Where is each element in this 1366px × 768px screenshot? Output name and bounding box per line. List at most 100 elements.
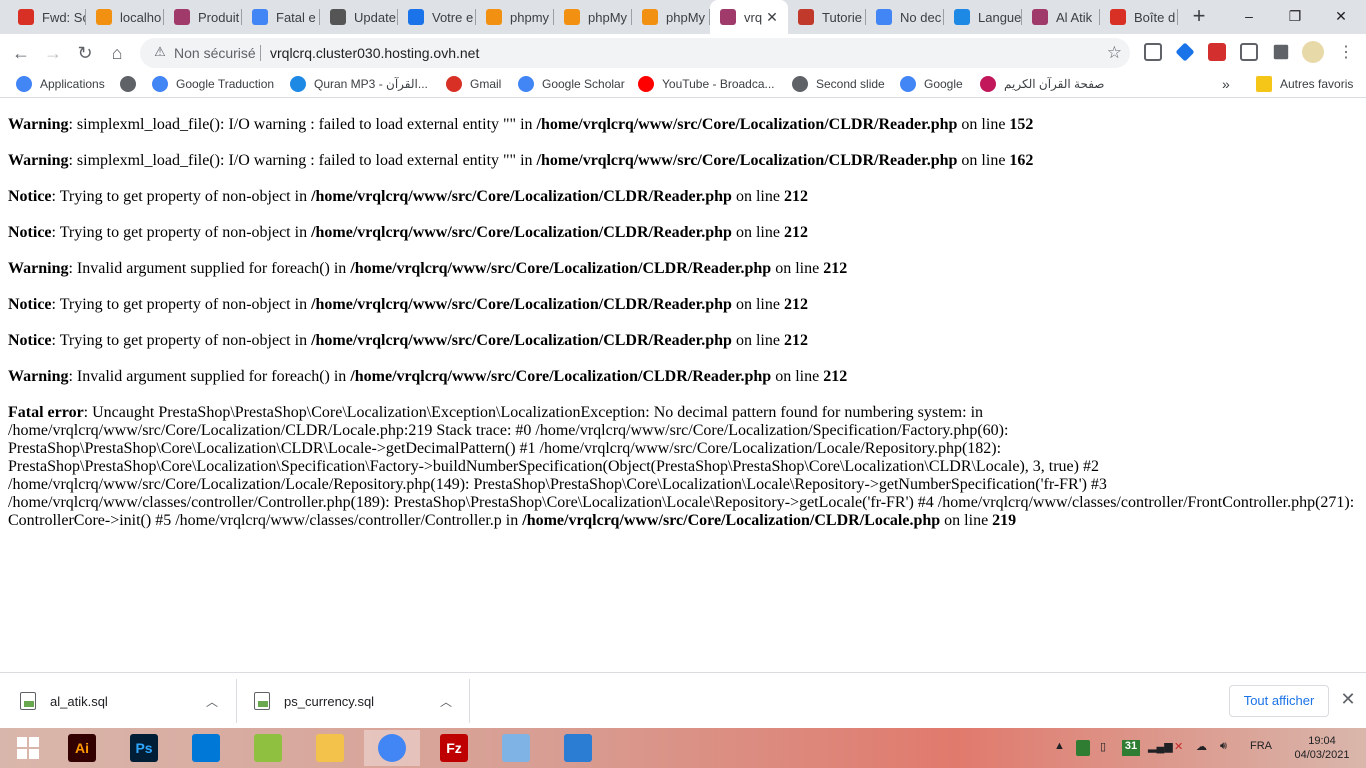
error-file: /home/vrqlcrq/www/src/Core/Localization/… xyxy=(311,332,732,349)
taskbar-app[interactable]: Ps xyxy=(116,730,172,766)
download-item[interactable]: al_atik.sql ︿ xyxy=(20,673,230,729)
bookmark-item[interactable]: Google xyxy=(900,75,963,93)
bookmark-item[interactable]: Quran MP3 - القرآن... xyxy=(290,75,428,93)
extension-cast-icon[interactable] xyxy=(1240,43,1258,61)
bookmark-item[interactable]: Applications xyxy=(16,75,105,93)
onedrive-icon[interactable]: ☁ xyxy=(1196,740,1207,756)
bookmark-item[interactable]: صفحة القرآن الكريم xyxy=(980,75,1105,93)
extension-diamond-icon[interactable] xyxy=(1175,42,1195,62)
browser-tab[interactable]: Tutorie xyxy=(788,0,866,34)
bookmark-item[interactable]: Google Scholar xyxy=(518,75,625,93)
browser-tab[interactable]: No dec xyxy=(866,0,944,34)
tray-overflow-icon[interactable]: ▲ xyxy=(1054,740,1065,756)
browser-tab[interactable]: vrq ✕ xyxy=(710,0,788,34)
tab-title: No dec xyxy=(900,9,942,25)
show-all-downloads-button[interactable]: Tout afficher xyxy=(1229,685,1329,717)
reload-button[interactable]: ↻ xyxy=(71,39,99,67)
home-button[interactable]: ⌂ xyxy=(103,39,131,67)
taskbar-app[interactable] xyxy=(550,730,606,766)
phpmyadmin-icon xyxy=(96,9,112,25)
chevron-up-icon[interactable]: ︿ xyxy=(206,693,218,710)
filezilla-icon: Fz xyxy=(440,734,468,762)
error-level: Fatal error xyxy=(8,404,84,421)
browser-tab[interactable]: Langue xyxy=(944,0,1022,34)
error-line-number: 212 xyxy=(823,260,848,277)
taskbar-app[interactable] xyxy=(178,730,234,766)
browser-tab[interactable]: Produit xyxy=(164,0,242,34)
browser-tab[interactable]: Fatal e xyxy=(242,0,320,34)
close-downloads-icon[interactable]: ✕ xyxy=(1338,689,1358,709)
windows-start-icon xyxy=(14,734,42,762)
php-error-message: Notice: Trying to get property of non-ob… xyxy=(8,296,1358,314)
error-level: Warning xyxy=(8,116,69,133)
other-bookmarks-folder[interactable]: Autres favoris xyxy=(1256,75,1353,93)
browser-tab[interactable]: phpMy xyxy=(632,0,710,34)
tray-calendar-icon[interactable]: 31 xyxy=(1122,740,1140,756)
clock-time: 19:04 xyxy=(1308,735,1336,747)
tray-device-icon[interactable]: ▯ xyxy=(1100,740,1106,756)
sql-file-icon xyxy=(20,692,36,710)
tab-title: phpMy xyxy=(588,9,628,25)
reading-mode-icon[interactable] xyxy=(1144,43,1162,61)
browser-tab[interactable]: Update xyxy=(320,0,398,34)
bookmark-item[interactable]: Google Traduction xyxy=(152,75,274,93)
browser-tab[interactable]: Boîte d xyxy=(1100,0,1178,34)
bookmark-star-icon[interactable]: ☆ xyxy=(1107,43,1122,63)
tab-title: Votre e xyxy=(432,9,474,25)
browser-tab[interactable]: Votre e xyxy=(398,0,476,34)
taskbar-app[interactable]: Ai xyxy=(54,730,110,766)
tray-app-icon[interactable] xyxy=(1076,740,1090,756)
pdf-extension-icon[interactable] xyxy=(1208,43,1226,61)
profile-avatar[interactable] xyxy=(1302,41,1324,63)
taskbar-app[interactable] xyxy=(240,730,296,766)
taskbar-app[interactable] xyxy=(302,730,358,766)
network-error-icon[interactable]: ✕ xyxy=(1174,740,1183,756)
close-window-button[interactable]: ✕ xyxy=(1318,0,1364,34)
error-line-number: 212 xyxy=(783,296,808,313)
browser-tab[interactable]: Al Atik xyxy=(1022,0,1100,34)
address-bar[interactable]: ⚠ Non sécurisé vrqlcrq.cluster030.hostin… xyxy=(140,38,1130,68)
system-clock[interactable]: 19:04 04/03/2021 xyxy=(1292,734,1352,762)
tab-title: phpmy xyxy=(510,9,550,25)
close-tab-icon[interactable]: ✕ xyxy=(764,9,780,25)
error-text: : Trying to get property of non-object i… xyxy=(51,188,312,205)
minimize-button[interactable]: – xyxy=(1226,0,1272,34)
tab-title: Langue xyxy=(978,9,1022,25)
bookmarks-overflow-button[interactable]: » xyxy=(1222,75,1230,93)
bookmark-item[interactable] xyxy=(120,75,144,93)
error-file: /home/vrqlcrq/www/src/Core/Localization/… xyxy=(536,152,958,169)
browser-tab[interactable]: localho xyxy=(86,0,164,34)
browser-tab[interactable]: phpmy xyxy=(476,0,554,34)
download-item[interactable]: ps_currency.sql ︿ xyxy=(254,673,464,729)
new-tab-button[interactable]: + xyxy=(1188,5,1210,28)
taskbar-app[interactable] xyxy=(364,730,420,766)
bookmark-item[interactable]: Gmail xyxy=(446,75,501,93)
error-line-number: 212 xyxy=(783,224,808,241)
back-button[interactable]: ← xyxy=(7,39,35,67)
update-icon xyxy=(330,9,346,25)
bookmark-label: Google Traduction xyxy=(176,77,275,91)
gmail-icon xyxy=(18,9,34,25)
chevron-up-icon[interactable]: ︿ xyxy=(440,693,452,710)
menu-icon[interactable]: ⋮ xyxy=(1332,39,1360,67)
browser-tab[interactable]: phpMy xyxy=(554,0,632,34)
error-line-number: 162 xyxy=(1009,152,1034,169)
extensions-puzzle-icon[interactable] xyxy=(1273,44,1289,60)
taskbar-app[interactable]: Fz xyxy=(426,730,482,766)
taskbar-app[interactable] xyxy=(488,730,544,766)
security-status[interactable]: Non sécurisé xyxy=(174,45,256,61)
language-indicator[interactable]: FRA xyxy=(1250,740,1272,756)
forward-button[interactable]: → xyxy=(39,39,67,67)
bookmark-item[interactable]: YouTube - Broadca... xyxy=(638,75,775,93)
url-text[interactable]: vrqlcrq.cluster030.hosting.ovh.net xyxy=(270,45,479,61)
warning-icon[interactable]: ⚠ xyxy=(152,44,168,60)
error-file: /home/vrqlcrq/www/src/Core/Localization/… xyxy=(350,260,772,277)
illustrator-icon: Ai xyxy=(68,734,96,762)
volume-icon[interactable]: 🔊︎ xyxy=(1220,740,1227,756)
browser-tab[interactable]: Fwd: Sc xyxy=(8,0,86,34)
bookmark-item[interactable]: Second slide xyxy=(792,75,885,93)
network-icon[interactable]: ▂▄▆ xyxy=(1148,740,1173,756)
restore-button[interactable]: ❐ xyxy=(1272,0,1318,34)
taskbar-app[interactable] xyxy=(0,730,56,766)
bookmark-label: YouTube - Broadca... xyxy=(662,77,775,91)
